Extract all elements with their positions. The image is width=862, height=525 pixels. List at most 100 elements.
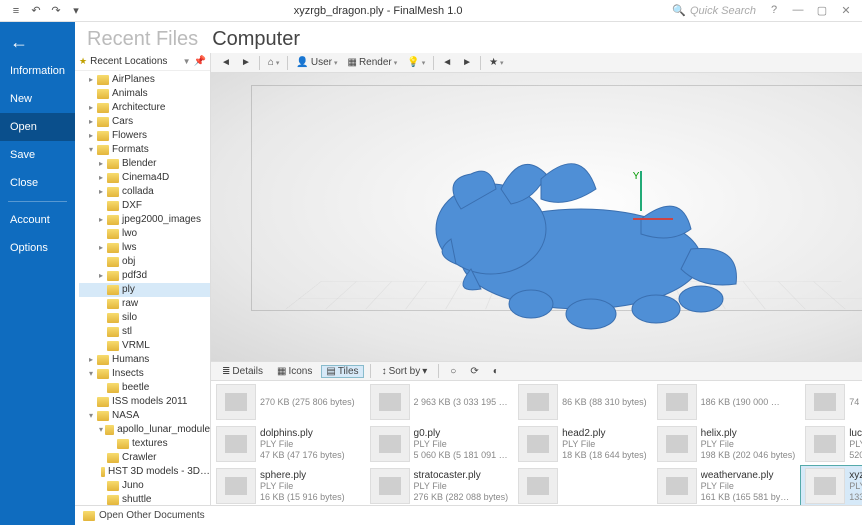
file-tile[interactable]: xyzrgb_dragon…PLY File133 949 KB (137 16… — [800, 465, 862, 505]
file-tile[interactable]: lucy.plyPLY File520 566 KB (533 059 … — [800, 423, 862, 465]
refresh-icon[interactable]: ⟳ — [465, 365, 483, 378]
file-tile[interactable]: 186 KB (190 000 … — [652, 381, 801, 423]
tree-item[interactable]: lwo — [79, 227, 210, 241]
tree-item[interactable]: ▾apollo_lunar_module — [79, 423, 210, 437]
sidebar-item-open[interactable]: Open — [0, 113, 75, 141]
tree-item[interactable]: shuttle — [79, 493, 210, 505]
sidebar-item-account[interactable]: Account — [0, 206, 75, 234]
undo-icon[interactable]: ↶ — [28, 3, 44, 19]
close-icon[interactable]: ✕ — [838, 4, 854, 17]
file-tile[interactable]: helix.plyPLY File198 KB (202 046 bytes) — [652, 423, 801, 465]
arrow-left-icon[interactable]: ◄ — [438, 57, 456, 68]
expand-icon[interactable]: ▸ — [99, 171, 107, 185]
home-icon[interactable]: ⌂▾ — [264, 57, 284, 68]
tree-item[interactable]: textures — [79, 437, 210, 451]
search-icon[interactable]: 🔍 — [672, 4, 686, 17]
expand-icon[interactable]: ▸ — [99, 213, 107, 227]
tree-item[interactable]: ▸AirPlanes — [79, 73, 210, 87]
chevron-down-icon[interactable]: ▼ — [183, 57, 191, 66]
file-tile[interactable]: weathervane.plyPLY File161 KB (165 581 b… — [652, 465, 801, 505]
sidebar-item-information[interactable]: Information — [0, 57, 75, 85]
tree-item[interactable]: HST 3D models - 3D… — [79, 465, 210, 479]
file-tile[interactable]: 74 KB (75 670 bytes) — [800, 381, 862, 423]
file-tile[interactable] — [513, 465, 652, 505]
tree-item[interactable]: ▾NASA — [79, 409, 210, 423]
recent-files-heading[interactable]: Recent Files — [87, 28, 198, 51]
sort-by-dropdown[interactable]: ↕ Sort by ▾ — [377, 365, 433, 378]
expand-icon[interactable]: ▸ — [89, 101, 97, 115]
expand-icon[interactable]: ▸ — [89, 129, 97, 143]
view-tiles-button[interactable]: ▤ Tiles — [321, 365, 363, 378]
tree-item[interactable]: ▸jpeg2000_images — [79, 213, 210, 227]
tree-item[interactable]: ISS models 2011 — [79, 395, 210, 409]
sidebar-item-options[interactable]: Options — [0, 234, 75, 262]
minimize-icon[interactable]: — — [790, 4, 806, 17]
tree-item[interactable]: raw — [79, 297, 210, 311]
lighting-icon[interactable]: 💡▾ — [403, 57, 429, 68]
tree-item[interactable]: ▸Blender — [79, 157, 210, 171]
tree-item[interactable]: ▸Flowers — [79, 129, 210, 143]
tree-item[interactable]: ▸Humans — [79, 353, 210, 367]
quick-search-input[interactable]: Quick Search — [690, 5, 756, 17]
view-details-button[interactable]: ≣ Details — [217, 365, 268, 378]
file-tile[interactable]: g0.plyPLY File5 060 KB (5 181 091 … — [365, 423, 514, 465]
nav-fwd-icon[interactable]: ► — [237, 57, 255, 68]
sidebar-item-close[interactable]: Close — [0, 169, 75, 197]
tree-item[interactable]: ▸Architecture — [79, 101, 210, 115]
nav-back-icon[interactable]: ◄ — [217, 57, 235, 68]
open-other-documents-link[interactable]: Open Other Documents — [99, 510, 205, 521]
expand-icon[interactable]: ▸ — [99, 185, 107, 199]
filter-icon[interactable]: ○ — [445, 365, 461, 378]
tree-item[interactable]: obj — [79, 255, 210, 269]
tree-item[interactable]: ▾Formats — [79, 143, 210, 157]
expand-icon[interactable]: ▸ — [89, 353, 97, 367]
tree-item[interactable]: stl — [79, 325, 210, 339]
expand-icon[interactable]: ▾ — [89, 409, 97, 423]
file-tile[interactable]: dolphins.plyPLY File47 KB (47 176 bytes) — [211, 423, 364, 465]
expand-icon[interactable]: ▸ — [99, 269, 107, 283]
user-dropdown[interactable]: 👤 User▾ — [292, 57, 341, 68]
tree-item[interactable]: ply — [79, 283, 210, 297]
tree-item[interactable]: VRML — [79, 339, 210, 353]
file-tile[interactable]: stratocaster.plyPLY File276 KB (282 088 … — [365, 465, 514, 505]
app-menu-icon[interactable]: ≡ — [8, 3, 24, 19]
favorite-icon[interactable]: ★▾ — [485, 57, 507, 68]
computer-heading[interactable]: Computer — [212, 28, 300, 51]
expand-icon[interactable]: ▸ — [89, 115, 97, 129]
file-tile[interactable]: sphere.plyPLY File16 KB (15 916 bytes) — [211, 465, 364, 505]
tree-item[interactable]: silo — [79, 311, 210, 325]
tree-item[interactable]: Crawler — [79, 451, 210, 465]
file-tile[interactable]: 2 963 KB (3 033 195 … — [365, 381, 514, 423]
view-icons-button[interactable]: ▦ Icons — [272, 365, 317, 378]
tree-item[interactable]: ▸Cinema4D — [79, 171, 210, 185]
expand-icon[interactable]: ▸ — [99, 241, 107, 255]
pin-icon[interactable]: 📌 — [194, 56, 206, 67]
tree-item[interactable]: Juno — [79, 479, 210, 493]
maximize-icon[interactable]: ▢ — [814, 4, 830, 17]
expand-icon[interactable]: ▾ — [89, 367, 97, 381]
sidebar-item-new[interactable]: New — [0, 85, 75, 113]
viewport-3d[interactable]: Y — [211, 73, 862, 361]
tree-item[interactable]: ▾Insects — [79, 367, 210, 381]
tree-item[interactable]: Animals — [79, 87, 210, 101]
expand-icon[interactable]: ▸ — [99, 157, 107, 171]
tree-item[interactable]: ▸Cars — [79, 115, 210, 129]
sidebar-item-save[interactable]: Save — [0, 141, 75, 169]
action-icon[interactable]: ◐ — [488, 365, 504, 378]
recent-locations-bar[interactable]: ★ Recent Locations ▼ 📌 — [75, 53, 210, 71]
render-dropdown[interactable]: ▦ Render▾ — [344, 57, 402, 68]
dropdown-icon[interactable]: ▾ — [68, 3, 84, 19]
expand-icon[interactable]: ▾ — [89, 143, 97, 157]
arrow-right-icon[interactable]: ► — [458, 57, 476, 68]
help-icon[interactable]: ? — [766, 4, 782, 17]
tree-item[interactable]: ▸collada — [79, 185, 210, 199]
tree-item[interactable]: DXF — [79, 199, 210, 213]
file-tile[interactable]: head2.plyPLY File18 KB (18 644 bytes) — [513, 423, 652, 465]
tree-item[interactable]: ▸lws — [79, 241, 210, 255]
back-button[interactable]: ← — [0, 28, 75, 57]
redo-icon[interactable]: ↷ — [48, 3, 64, 19]
file-tile[interactable]: 270 KB (275 806 bytes) — [211, 381, 364, 423]
file-tile[interactable]: 86 KB (88 310 bytes) — [513, 381, 652, 423]
tree-item[interactable]: beetle — [79, 381, 210, 395]
tree-item[interactable]: ▸pdf3d — [79, 269, 210, 283]
